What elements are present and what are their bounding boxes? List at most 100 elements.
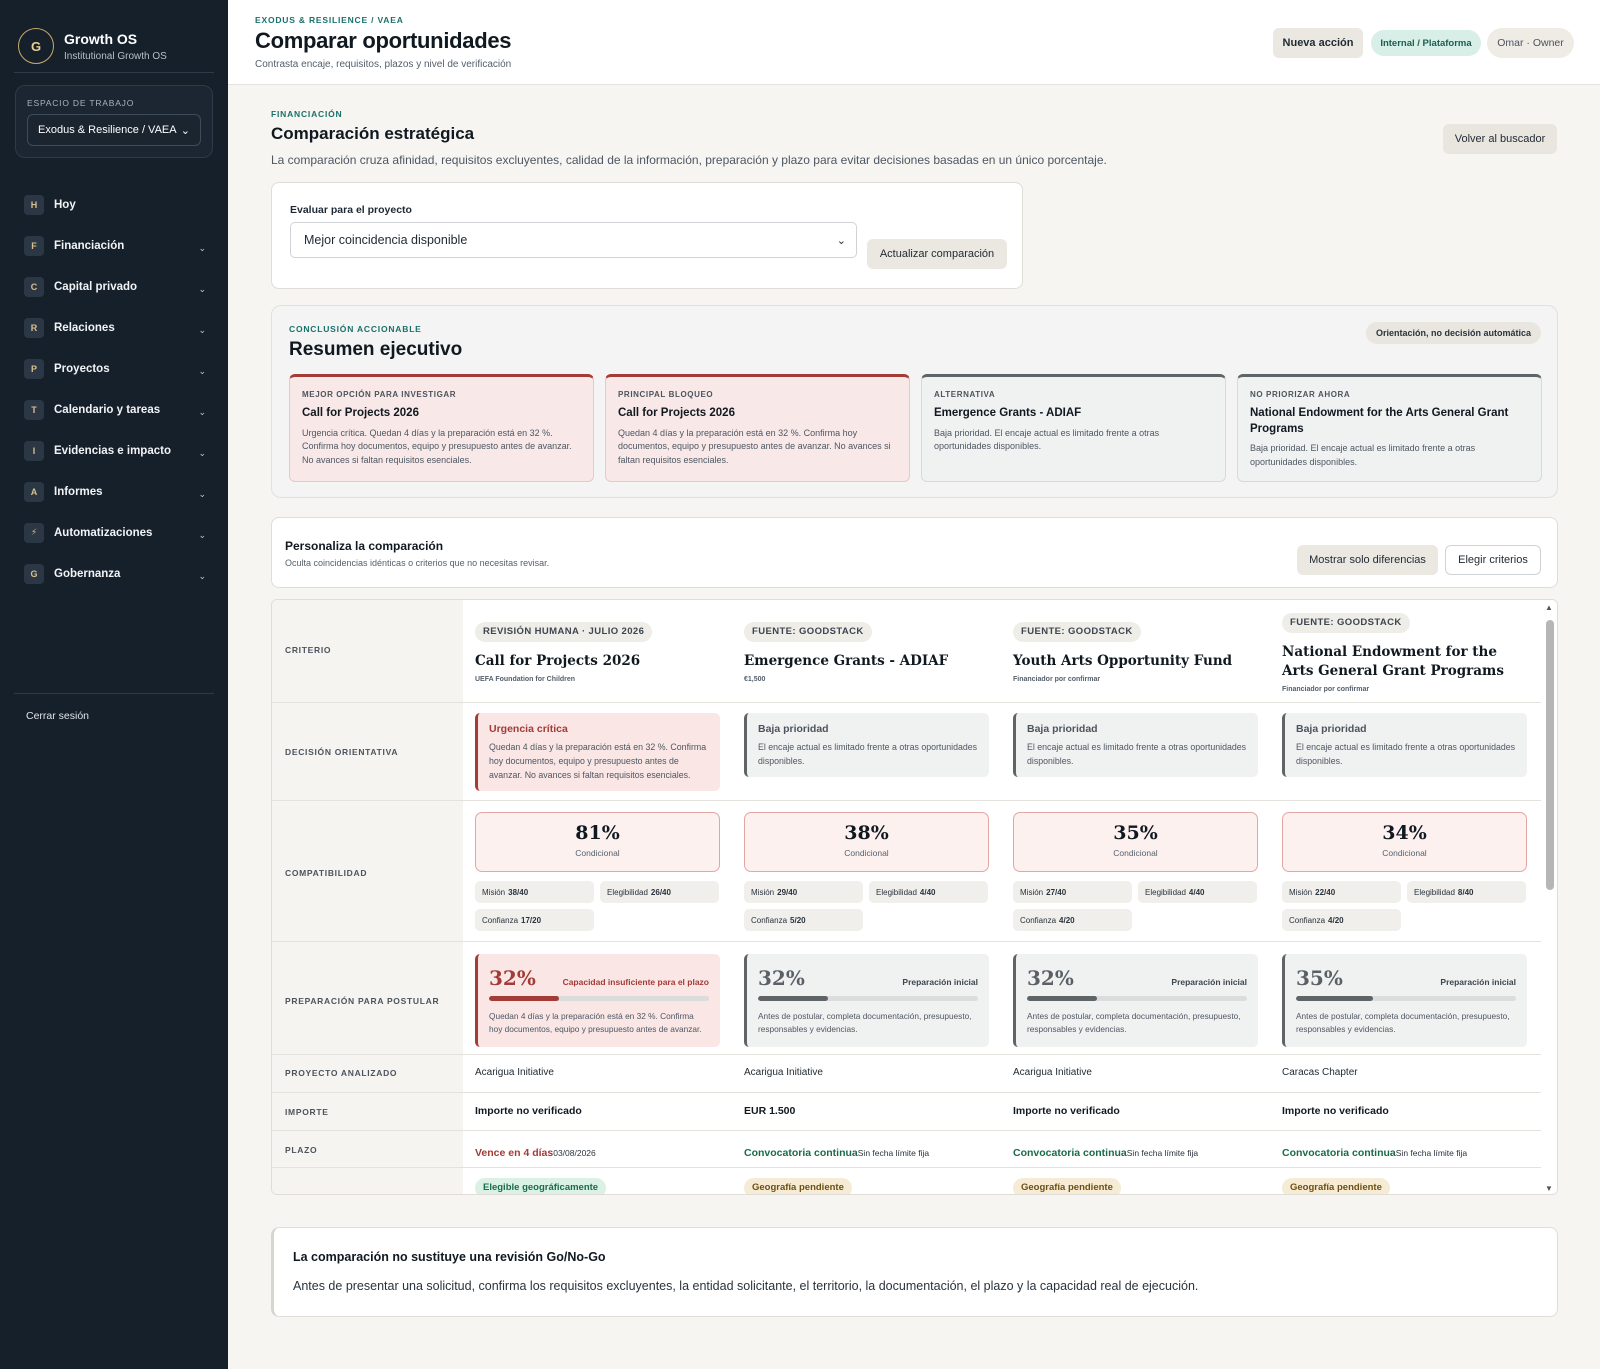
table-scrollbar[interactable]: ▲ ▼ xyxy=(1541,600,1557,1194)
sidebar-item-badge: C xyxy=(24,276,44,297)
section-title: Comparación estratégica xyxy=(271,124,475,143)
opportunity-title[interactable]: National Endowment for the Arts General … xyxy=(1282,643,1527,681)
preparation-cell: 32% Preparación inicial Antes de postular,… xyxy=(744,954,989,1047)
sidebar-item-calendario-y-tareas[interactable]: T Calendario y tareas ⌄ xyxy=(0,389,228,430)
criteria-column xyxy=(272,600,463,1194)
preparation-percent: 32% xyxy=(758,966,805,990)
chevron-down-icon[interactable]: ⌄ xyxy=(198,366,206,377)
opportunity-title[interactable]: Call for Projects 2026 xyxy=(475,652,720,671)
confidence-score-chip: Confianza 4/20 xyxy=(1282,909,1401,931)
brand[interactable]: G Growth OS Institutional Growth OS xyxy=(0,0,228,72)
preparation-cell: 35% Preparación inicial Antes de postular,… xyxy=(1282,954,1527,1047)
summary-card[interactable]: NO PRIORIZAR AHORA National Endowment for… xyxy=(1237,374,1542,482)
scrollbar-thumb[interactable] xyxy=(1546,620,1554,890)
compatibility-score: 35% Condicional xyxy=(1013,812,1258,872)
workspace-select[interactable]: Exodus & Resilience / VAEA ⌄ xyxy=(27,114,201,146)
confidence-score-chip: Confianza 4/20 xyxy=(1013,909,1132,931)
decision-text: Quedan 4 días y la preparación está en 3… xyxy=(489,742,707,781)
sidebar-item-hoy[interactable]: H Hoy xyxy=(0,184,228,225)
score-value: 17/20 xyxy=(521,915,542,925)
breadcrumb[interactable]: EXODUS & RESILIENCE / VAEA xyxy=(255,15,404,25)
preparation-cell: 32% Capacidad insuficiente para el plazo Q… xyxy=(475,954,720,1047)
personalize-title: Personaliza la comparación xyxy=(285,539,444,553)
preparation-status: Preparación inicial xyxy=(1171,977,1247,987)
compatibility-score: 81% Condicional xyxy=(475,812,720,872)
sidebar-item-badge: T xyxy=(24,399,44,420)
sidebar-item-label: Hoy xyxy=(54,198,76,211)
section-eyebrow: FINANCIACIÓN xyxy=(271,109,343,119)
sidebar-item-badge: I xyxy=(24,440,44,461)
deadline-date: Sin fecha límite fija xyxy=(857,1148,930,1158)
sidebar-item-relaciones[interactable]: R Relaciones ⌄ xyxy=(0,307,228,348)
chevron-down-icon[interactable]: ⌄ xyxy=(198,284,206,295)
new-action-button[interactable]: Nueva acción xyxy=(1273,28,1363,58)
mission-score-chip: Misión 38/40 xyxy=(475,881,594,903)
row-label-amount: IMPORTE xyxy=(285,1107,329,1117)
scope-badge[interactable]: Internal / Plataforma xyxy=(1371,30,1481,56)
compatibility-percent: 38% xyxy=(844,822,889,844)
chevron-down-icon[interactable]: ⌄ xyxy=(198,530,206,541)
preparation-percent: 32% xyxy=(1027,966,1074,990)
geography-cell: Geografía pendiente xyxy=(744,1177,989,1194)
decision-card: Baja prioridad El encaje actual es limita… xyxy=(744,713,989,777)
summary-card[interactable]: PRINCIPAL BLOQUEO Call for Projects 2026 Q… xyxy=(605,374,910,482)
back-to-search-button[interactable]: Volver al buscador xyxy=(1443,124,1557,154)
opportunity-title[interactable]: Emergence Grants - ADIAF xyxy=(744,652,989,671)
preparation-header: 32% Capacidad insuficiente para el plazo xyxy=(489,966,709,990)
mission-score-chip: Misión 29/40 xyxy=(744,881,863,903)
sidebar-item-informes[interactable]: A Informes ⌄ xyxy=(0,471,228,512)
sidebar-item-gobernanza[interactable]: G Gobernanza ⌄ xyxy=(0,553,228,594)
go-no-go-note: La comparación no sustituye una revisión… xyxy=(271,1227,1558,1317)
compatibility-score: 38% Condicional xyxy=(744,812,989,872)
logout-link[interactable]: Cerrar sesión xyxy=(26,710,89,722)
row-label-deadline: PLAZO xyxy=(285,1145,318,1155)
chevron-down-icon[interactable]: ⌄ xyxy=(198,243,206,254)
sidebar-item-capital-privado[interactable]: C Capital privado ⌄ xyxy=(0,266,228,307)
eligibility-score-chip: Elegibilidad 8/40 xyxy=(1407,881,1526,903)
geography-cell: Geografía pendiente xyxy=(1282,1177,1527,1194)
compatibility-label: Condicional xyxy=(844,848,889,858)
row-label-prep: PREPARACIÓN PARA POSTULAR xyxy=(285,996,440,1006)
score-value: 4/40 xyxy=(919,887,936,897)
opportunity-title[interactable]: Youth Arts Opportunity Fund xyxy=(1013,652,1258,671)
choose-criteria-button[interactable]: Elegir criterios xyxy=(1445,545,1541,575)
scroll-up-icon[interactable]: ▲ xyxy=(1545,603,1553,612)
chevron-down-icon[interactable]: ⌄ xyxy=(198,448,206,459)
row-label-decision: DECISIÓN ORIENTATIVA xyxy=(285,747,399,757)
preparation-text: Antes de postular, completa documentació… xyxy=(1296,1011,1510,1035)
show-differences-button[interactable]: Mostrar solo diferencias xyxy=(1297,545,1438,575)
deadline-status: Convocatoria continua xyxy=(1013,1147,1127,1159)
preparation-progress-fill xyxy=(758,996,829,1001)
sidebar-item-proyectos[interactable]: P Proyectos ⌄ xyxy=(0,348,228,389)
amount-value: EUR 1.500 xyxy=(744,1105,796,1117)
summary-card[interactable]: MEJOR OPCIÓN PARA INVESTIGAR Call for Pro… xyxy=(289,374,594,482)
sidebar-item-badge: P xyxy=(24,358,44,379)
sidebar-item-label: Capital privado xyxy=(54,280,138,293)
preparation-cell: 32% Preparación inicial Antes de postular,… xyxy=(1013,954,1258,1047)
chevron-down-icon[interactable]: ⌄ xyxy=(198,325,206,336)
sidebar-item-financiacion[interactable]: F Financiación ⌄ xyxy=(0,225,228,266)
project-select[interactable]: Mejor coincidencia disponible ⌄ xyxy=(290,222,857,258)
user-menu[interactable]: Omar · Owner xyxy=(1487,28,1574,58)
chevron-down-icon[interactable]: ⌄ xyxy=(198,489,206,500)
sidebar-divider xyxy=(14,693,214,694)
row-divider xyxy=(272,1054,1542,1055)
chevron-down-icon[interactable]: ⌄ xyxy=(198,571,206,582)
geography-badge: Geografía pendiente xyxy=(1013,1178,1121,1194)
workspace-panel: ESPACIO DE TRABAJO Exodus & Resilience /… xyxy=(15,85,213,158)
chevron-down-icon[interactable]: ⌄ xyxy=(198,407,206,418)
decision-cell: Baja prioridad El encaje actual es limita… xyxy=(744,713,989,777)
sidebar-item-label: Financiación xyxy=(54,239,125,252)
preparation-header: 32% Preparación inicial xyxy=(1027,966,1247,990)
summary-card[interactable]: ALTERNATIVA Emergence Grants - ADIAF Baja … xyxy=(921,374,1226,482)
update-comparison-button[interactable]: Actualizar comparación xyxy=(867,239,1007,269)
sidebar-item-evidencias-e-impacto[interactable]: I Evidencias e impacto ⌄ xyxy=(0,430,228,471)
sidebar-item-label: Gobernanza xyxy=(54,567,121,580)
sidebar-item-label: Calendario y tareas xyxy=(54,403,161,416)
row-divider xyxy=(272,1130,1542,1131)
analyzed-project: Acarigua Initiative xyxy=(475,1067,554,1078)
scroll-down-icon[interactable]: ▼ xyxy=(1545,1184,1553,1193)
evaluate-panel: Evaluar para el proyecto Mejor coinciden… xyxy=(271,182,1023,289)
sidebar-item-automatizaciones[interactable]: ⚡ Automatizaciones ⌄ xyxy=(0,512,228,553)
row-divider xyxy=(272,1167,1542,1168)
